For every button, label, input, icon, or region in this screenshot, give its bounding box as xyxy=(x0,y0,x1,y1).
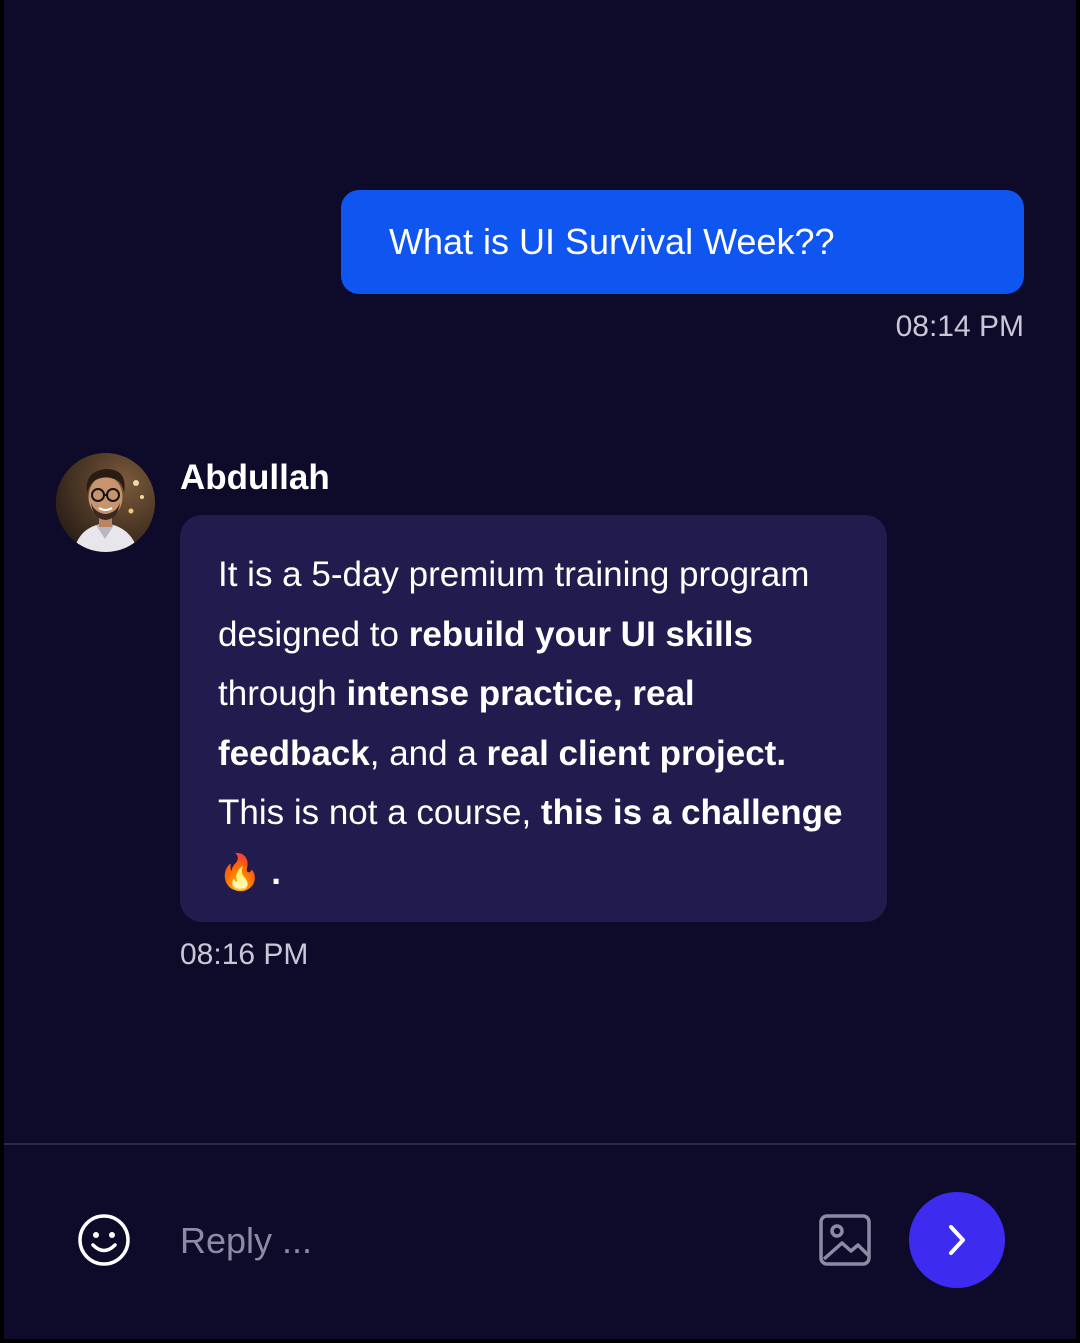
avatar-photo xyxy=(56,453,155,552)
sender-name: Abdullah xyxy=(180,458,330,497)
message-segment-fire: 🔥 . xyxy=(218,852,282,892)
message-segment-bold: real client project. xyxy=(486,733,787,773)
chevron-right-icon xyxy=(949,1225,965,1255)
message-segment-bold: this is a challenge xyxy=(540,793,843,832)
sent-message-text: What is UI Survival Week?? xyxy=(389,221,835,262)
sent-message-time: 08:14 PM xyxy=(895,310,1024,343)
reply-input[interactable] xyxy=(180,1214,780,1268)
received-message-text: It is a 5-day premium training program d… xyxy=(218,555,842,892)
send-button[interactable] xyxy=(909,1192,1005,1288)
avatar[interactable] xyxy=(56,453,155,552)
image-icon[interactable] xyxy=(818,1213,872,1267)
received-message-bubble[interactable]: It is a 5-day premium training program d… xyxy=(180,515,887,922)
sent-message-bubble[interactable]: What is UI Survival Week?? xyxy=(341,190,1024,294)
received-message-time: 08:16 PM xyxy=(180,938,309,971)
smiley-icon[interactable] xyxy=(76,1212,132,1268)
chat-screen: What is UI Survival Week?? 08:14 PM Abdu… xyxy=(4,0,1076,1339)
message-segment: , and a xyxy=(369,733,487,773)
message-segment: This is not a course, xyxy=(218,793,541,832)
composer-divider xyxy=(4,1143,1076,1145)
message-segment: through xyxy=(218,674,347,713)
message-segment-bold: rebuild your UI skills xyxy=(408,614,753,654)
